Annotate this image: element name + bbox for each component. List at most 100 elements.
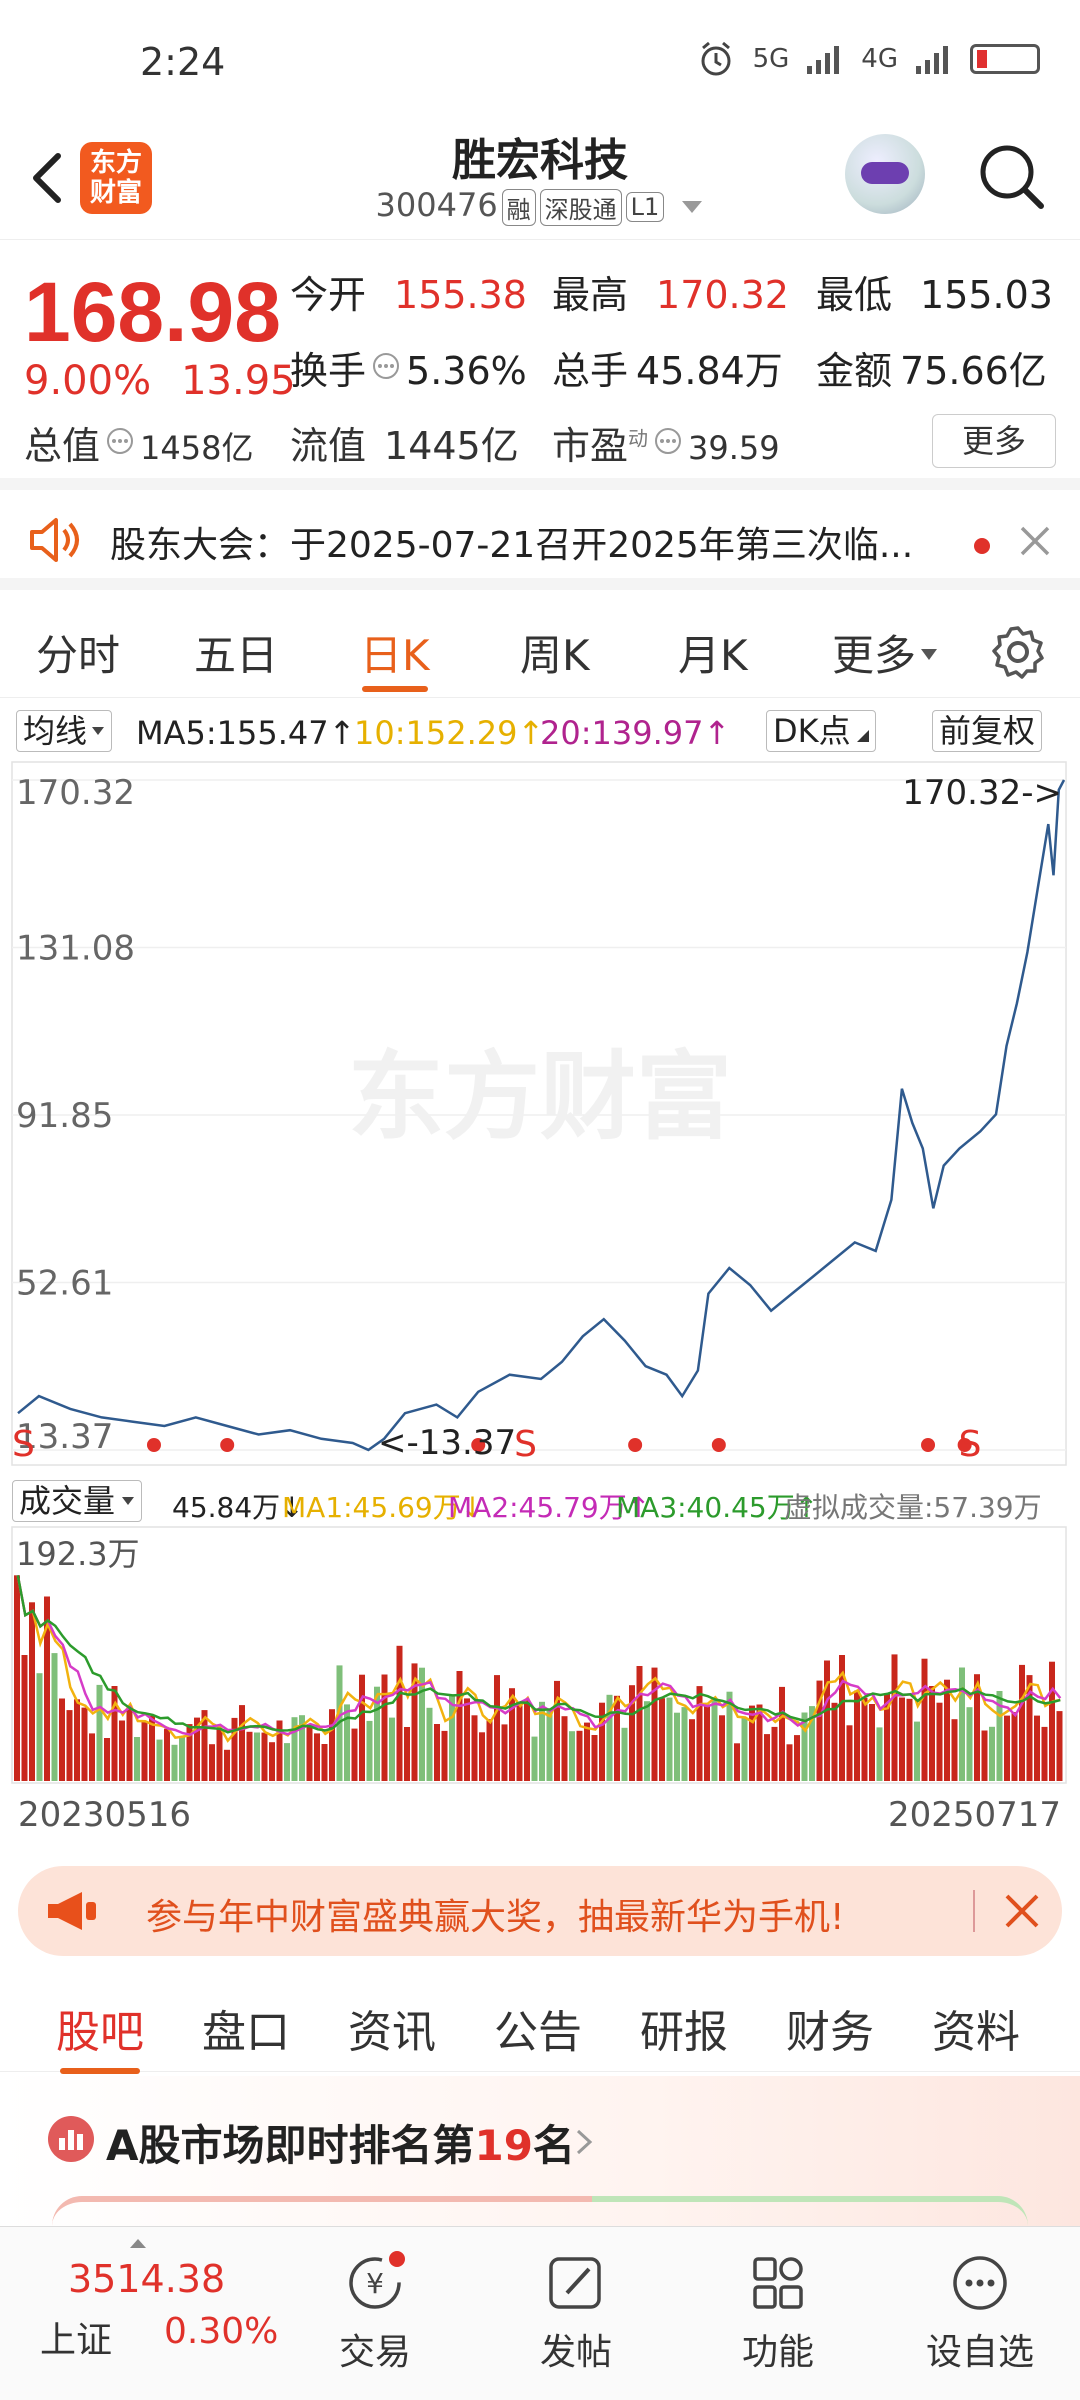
caret-down-icon — [122, 1497, 135, 1505]
volume-bar — [959, 1667, 965, 1781]
dk-point-button[interactable]: DK点 — [766, 710, 876, 752]
volume-bar — [531, 1736, 538, 1781]
tab-five-day[interactable]: 五日 — [194, 622, 278, 683]
open-cell: 今开 155.38 — [290, 264, 527, 319]
amount-value: 75.66亿 — [900, 349, 1047, 393]
search-icon[interactable] — [975, 140, 1047, 212]
volume-bar — [14, 1575, 20, 1781]
mktcap-cell: 总值 1458亿 — [24, 415, 253, 470]
close-icon[interactable] — [1003, 1892, 1041, 1930]
volume-bar — [224, 1749, 230, 1781]
volume-bar — [824, 1660, 830, 1781]
signal-dot — [220, 1438, 235, 1452]
volume-bar — [509, 1688, 515, 1781]
rank-bar-right — [592, 2196, 1028, 2226]
ma10-value: 10:152.29↑ — [354, 714, 545, 752]
volume-bar — [494, 1675, 500, 1781]
tab-pankou[interactable]: 盘口 — [202, 1996, 290, 2060]
assistant-robot-icon[interactable] — [845, 134, 925, 214]
volume-bar — [246, 1731, 253, 1781]
info-dots-icon[interactable] — [654, 427, 682, 455]
volume-bar — [561, 1716, 568, 1781]
indicator-selector[interactable]: 均线 — [16, 710, 113, 752]
volume-bar — [966, 1707, 973, 1781]
signal-dot — [921, 1438, 936, 1452]
float-value: 1445亿 — [384, 424, 519, 468]
volume-bar — [449, 1695, 455, 1781]
y-tick-label: 170.32 — [16, 773, 135, 813]
watermark: 东方财富 — [348, 1044, 732, 1151]
battery-icon — [970, 44, 1040, 74]
nav-trade[interactable]: ¥ 交易 — [305, 2251, 445, 2375]
float-cell: 流值 1445亿 — [290, 415, 519, 470]
tab-more[interactable]: 更多 — [832, 622, 938, 683]
volume-chart[interactable]: 192.3万 — [0, 1525, 1080, 1787]
volume-bar — [126, 1705, 133, 1781]
nav-post[interactable]: 发帖 — [506, 2253, 646, 2375]
volume-bar — [426, 1707, 433, 1781]
tab-research[interactable]: 研报 — [640, 1996, 728, 2060]
change-percent: 9.00% — [24, 358, 152, 404]
notice-bar[interactable]: 股东大会：于2025-07-21召开2025年第三次临... — [0, 490, 1080, 590]
signal-dot — [628, 1438, 643, 1452]
volume-selector[interactable]: 成交量 — [12, 1480, 143, 1522]
tab-weekly-k[interactable]: 周K — [520, 622, 590, 683]
indicator-selector-label: 均线 — [23, 712, 88, 750]
rank-number: 19 — [474, 2121, 533, 2170]
volume-bar — [704, 1706, 710, 1781]
tab-monthly-k[interactable]: 月K — [678, 622, 748, 683]
volume-bar — [119, 1720, 125, 1781]
tab-news[interactable]: 资讯 — [348, 1996, 436, 2060]
volume-bar — [944, 1679, 950, 1781]
tab-daily-k[interactable]: 日K — [360, 622, 430, 692]
turnover-cell: 换手 5.36% — [290, 340, 527, 395]
volume-bar — [846, 1725, 853, 1781]
tab-intraday[interactable]: 分时 — [36, 622, 120, 683]
promo-banner[interactable]: 参与年中财富盛典赢大奖，抽最新华为手机! — [18, 1866, 1062, 1956]
volume-bar — [141, 1721, 148, 1781]
gear-icon[interactable] — [990, 624, 1046, 680]
volume-bar — [104, 1738, 110, 1781]
volume-bar — [794, 1735, 800, 1781]
ma-legend-row: 均线 MA5:155.47↑ 10:152.29↑ 20:139.97↑ DK点… — [0, 706, 1080, 752]
status-icons: 5G 4G — [697, 40, 1040, 78]
volume-bar — [1056, 1711, 1063, 1781]
info-dots-icon[interactable] — [106, 427, 134, 455]
tab-announcements[interactable]: 公告 — [494, 1996, 582, 2060]
info-dots-icon[interactable] — [372, 352, 400, 380]
more-button[interactable]: 更多 — [932, 414, 1056, 468]
volume-bar — [681, 1707, 688, 1781]
y-tick-label: 52.61 — [16, 1263, 113, 1303]
signal-dot — [711, 1438, 726, 1452]
volume-bar — [644, 1701, 650, 1781]
volume-bar — [741, 1717, 748, 1781]
index-value[interactable]: 3514.38 — [68, 2257, 225, 2301]
volume-bar — [734, 1743, 740, 1781]
volume-cell: 总手 45.84万 — [552, 340, 783, 395]
index-percent[interactable]: 0.30% — [164, 2311, 278, 2352]
signal-icon-2 — [916, 46, 948, 74]
promo-text: 参与年中财富盛典赢大奖，抽最新华为手机! — [146, 1897, 845, 1938]
nav-functions[interactable]: 功能 — [708, 2253, 848, 2375]
tab-guba[interactable]: 股吧 — [56, 1996, 144, 2074]
dropdown-triangle-icon — [682, 201, 703, 213]
volume-bar — [81, 1707, 88, 1781]
high-marker: 170.32-> — [902, 773, 1062, 813]
volume-bar — [1011, 1712, 1018, 1781]
volume-bar — [989, 1726, 995, 1781]
volume-bar — [981, 1730, 988, 1781]
close-icon[interactable] — [1018, 524, 1052, 558]
volume-bar — [111, 1686, 118, 1781]
kline-chart[interactable]: 东方财富 170.32131.0891.8552.6113.37 SSS 170… — [0, 760, 1080, 1470]
rank-card[interactable]: A股市场即时排名第19名 — [0, 2076, 1080, 2226]
volume-bar — [434, 1724, 440, 1781]
adjust-button[interactable]: 前复权 — [932, 710, 1043, 752]
megaphone-icon — [48, 1892, 96, 1930]
tab-profile[interactable]: 资料 — [932, 1996, 1020, 2060]
volume-bar — [164, 1728, 170, 1781]
tab-finance[interactable]: 财务 — [786, 1996, 874, 2060]
index-name[interactable]: 上证 — [40, 2311, 112, 2363]
rank-text: A股市场即时排名第19名 — [106, 2112, 575, 2173]
nav-add-watchlist[interactable]: 设自选 — [910, 2253, 1050, 2375]
volume-bar — [231, 1717, 238, 1781]
